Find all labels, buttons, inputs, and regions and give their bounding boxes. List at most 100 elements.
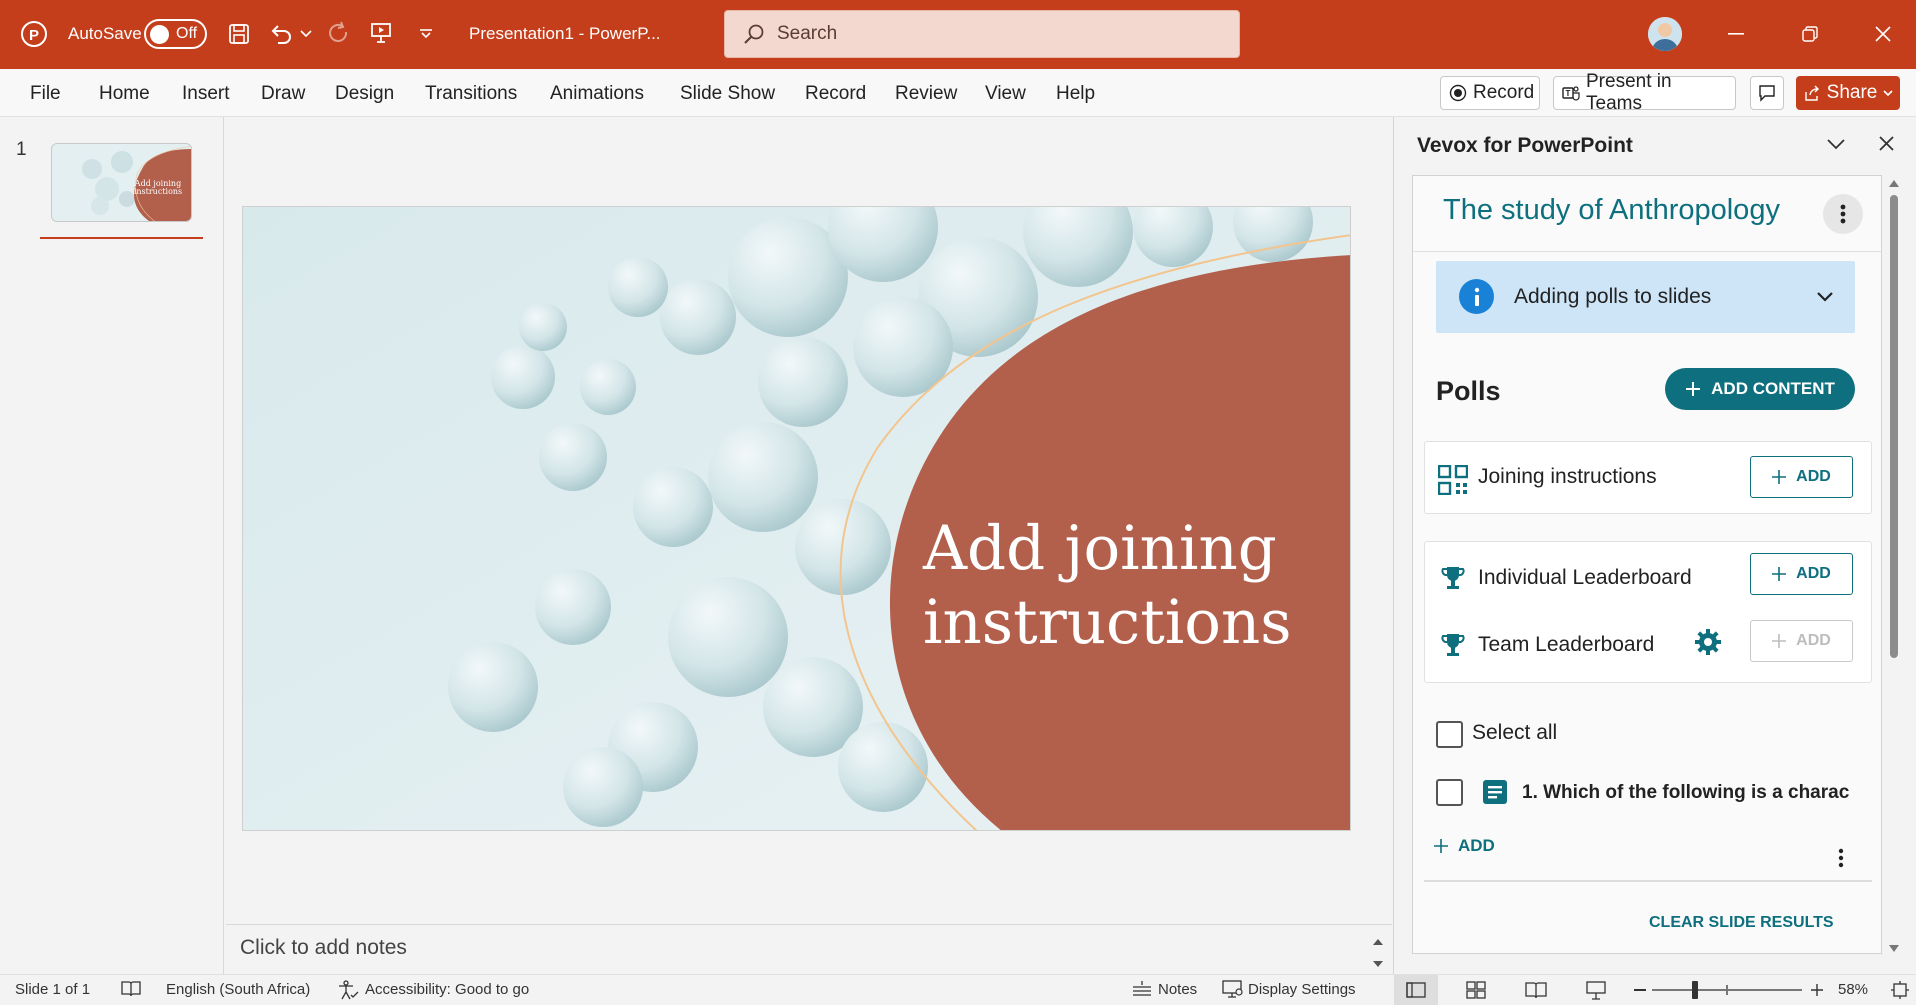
slide-canvas[interactable]: Add joining instructions [242, 206, 1351, 831]
add-content-button[interactable]: ADD CONTENT [1665, 368, 1855, 410]
tab-review[interactable]: Review [895, 83, 957, 105]
save-icon[interactable] [225, 20, 253, 48]
add-joining-instructions-button[interactable]: ADD [1750, 456, 1853, 498]
accessibility-icon[interactable] [337, 980, 359, 1000]
reading-view-icon[interactable] [1525, 981, 1547, 999]
add-poll-link[interactable]: ADD [1434, 836, 1495, 856]
record-button[interactable]: Record [1440, 76, 1540, 110]
minimize-icon[interactable] [1722, 20, 1750, 48]
comments-button[interactable] [1750, 76, 1784, 110]
slide-thumbnail[interactable]: Add joining instructions [51, 143, 192, 222]
gear-icon[interactable] [1693, 627, 1723, 662]
close-window-icon[interactable] [1869, 20, 1897, 48]
undo-icon[interactable] [266, 18, 296, 48]
vevox-task-pane: Vevox for PowerPoint The study of Anthro… [1393, 117, 1916, 974]
add-content-label: ADD CONTENT [1711, 379, 1835, 398]
restore-icon[interactable] [1796, 20, 1824, 48]
poll-item-text[interactable]: 1. Which of the following is a charac [1522, 782, 1849, 804]
tab-animations[interactable]: Animations [550, 83, 644, 105]
slide-title[interactable]: Add joining instructions [923, 512, 1323, 660]
select-all-checkbox[interactable] [1436, 721, 1463, 748]
autosave-label: AutoSave [68, 24, 142, 43]
tab-home[interactable]: Home [99, 83, 150, 105]
tab-help[interactable]: Help [1056, 83, 1095, 105]
qr-code-icon [1437, 464, 1469, 500]
zoom-slider-thumb[interactable] [1692, 981, 1698, 999]
language-indicator[interactable]: English (South Africa) [166, 981, 310, 998]
zoom-slider[interactable] [1652, 981, 1802, 999]
info-icon [1459, 279, 1494, 314]
team-leaderboard-label: Team Leaderboard [1478, 633, 1655, 656]
info-banner[interactable]: Adding polls to slides [1436, 261, 1855, 333]
task-pane-close-icon[interactable] [1878, 135, 1895, 157]
clear-slide-results-button[interactable]: CLEAR SLIDE RESULTS [1649, 914, 1834, 932]
undo-dropdown-chevron-icon[interactable] [298, 26, 314, 42]
normal-view-button[interactable] [1394, 975, 1438, 1005]
slide-title-line-1: Add joining [923, 513, 1277, 584]
scroll-up-arrow-icon[interactable] [1888, 175, 1900, 193]
share-icon [1803, 84, 1821, 102]
session-menu-button[interactable] [1823, 194, 1863, 234]
task-pane-scrollbar[interactable] [1887, 175, 1901, 954]
poll-item-checkbox[interactable] [1436, 779, 1463, 806]
redo-icon[interactable] [324, 18, 354, 48]
fit-slide-to-window-icon[interactable] [1890, 980, 1910, 1000]
display-settings-icon[interactable] [1222, 980, 1244, 998]
notes-icon[interactable] [1131, 980, 1153, 998]
zoom-out-icon[interactable] [1634, 989, 1646, 991]
poll-item-more-icon[interactable] [1838, 848, 1844, 873]
notes-placeholder: Click to add notes [240, 936, 407, 959]
spelling-check-icon[interactable] [120, 980, 142, 998]
search-box[interactable]: Search [724, 10, 1240, 58]
plus-icon [1772, 567, 1787, 581]
notes-scroll-up-icon[interactable] [1372, 933, 1384, 951]
slide-counter: Slide 1 of 1 [15, 981, 91, 998]
document-icon [1482, 779, 1508, 810]
share-button[interactable]: Share [1796, 76, 1900, 110]
search-icon [743, 23, 765, 45]
svg-text:T: T [1566, 89, 1571, 98]
plus-icon [1772, 470, 1787, 484]
present-in-teams-button[interactable]: T Present in Teams [1553, 71, 1736, 114]
accessibility-status[interactable]: Accessibility: Good to go [365, 981, 529, 998]
slide-show-view-icon[interactable] [1586, 980, 1606, 1000]
info-banner-chevron-down-icon[interactable] [1816, 290, 1834, 308]
record-label: Record [1473, 82, 1535, 103]
slide-thumbnail-pane: 1 Add joining instructions [0, 117, 224, 974]
scroll-down-arrow-icon[interactable] [1888, 941, 1900, 959]
tab-design[interactable]: Design [335, 83, 394, 105]
joining-instructions-card: Joining instructions ADD [1424, 441, 1872, 514]
autosave-toggle[interactable]: Off [144, 19, 207, 49]
zoom-level[interactable]: 58% [1838, 981, 1868, 998]
add-individual-leaderboard-button[interactable]: ADD [1750, 553, 1853, 595]
tab-slide-show[interactable]: Slide Show [680, 83, 775, 105]
tab-draw[interactable]: Draw [261, 83, 305, 105]
tab-view[interactable]: View [985, 83, 1026, 105]
svg-text:P: P [29, 27, 39, 44]
tab-insert[interactable]: Insert [182, 83, 230, 105]
share-label: Share [1826, 82, 1878, 103]
tab-file[interactable]: File [30, 83, 61, 105]
tab-record[interactable]: Record [805, 83, 866, 105]
notes-pane[interactable]: Click to add notes [226, 924, 1392, 972]
customize-toolbar-icon[interactable] [416, 24, 436, 44]
user-avatar[interactable] [1648, 17, 1682, 51]
notes-scroll-down-icon[interactable] [1372, 955, 1384, 973]
comment-icon [1758, 84, 1776, 102]
panel-header-divider [1413, 251, 1881, 252]
select-all-label: Select all [1472, 721, 1558, 744]
slide-sorter-icon[interactable] [1466, 981, 1486, 999]
teams-icon: T [1562, 84, 1580, 102]
task-pane-options-chevron-icon[interactable] [1826, 137, 1846, 156]
add-team-leaderboard-button[interactable]: ADD [1750, 620, 1853, 662]
thumbnail-title-text: Add joining instructions [133, 179, 183, 196]
present-from-start-icon[interactable] [366, 18, 396, 48]
plus-icon [1772, 634, 1787, 648]
slide-title-line-2: instructions [923, 587, 1292, 658]
document-title: Presentation1 - PowerP... [469, 24, 661, 43]
display-settings-button[interactable]: Display Settings [1248, 981, 1356, 998]
notes-toggle[interactable]: Notes [1158, 981, 1197, 998]
tab-transitions[interactable]: Transitions [425, 83, 517, 105]
zoom-in-icon[interactable] [1810, 983, 1824, 997]
scroll-thumb[interactable] [1890, 195, 1898, 658]
